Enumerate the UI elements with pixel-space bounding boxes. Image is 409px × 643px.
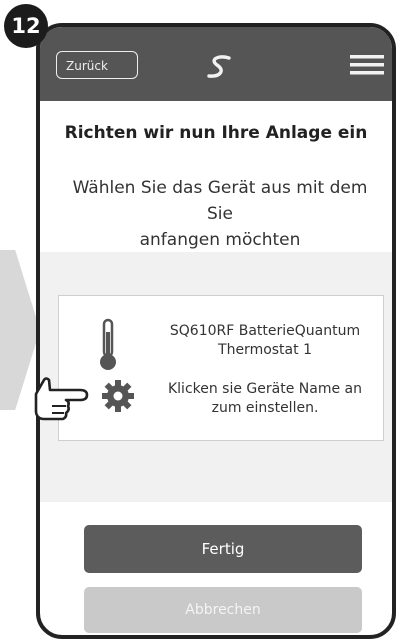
device-name-line-2: Thermostat 1 [218,342,312,358]
instruction-line-2: anfangen möchten [139,230,301,250]
device-card[interactable]: SQ610RF BatterieQuantum Thermostat 1 Kli… [58,295,384,441]
s-logo-icon [207,55,231,78]
app-header: Zurück [40,27,392,101]
pointing-hand-icon [34,377,89,421]
phone-frame: Zurück Richten wir nun Ihre Anlage ein W… [36,23,396,639]
device-hint-line-1: Klicken sie Geräte Name an [167,381,362,397]
device-name[interactable]: SQ610RF BatterieQuantum Thermostat 1 [145,322,385,360]
cancel-button[interactable]: Abbrechen [84,587,362,633]
hamburger-menu-icon[interactable] [350,55,384,75]
thermometer-icon [100,318,116,370]
device-name-line-1: SQ610RF BatterieQuantum [169,323,361,339]
back-button[interactable]: Zurück [56,51,138,79]
instruction-line-1: Wählen Sie das Gerät aus mit dem Sie [72,178,368,224]
instruction-text: Wählen Sie das Gerät aus mit dem Sie anf… [60,175,380,253]
page-title: Richten wir nun Ihre Anlage ein [64,123,368,143]
step-number-badge: 12 [4,4,48,48]
device-hint-line-2: zum einstellen. [211,400,319,416]
gear-icon [102,380,134,412]
device-hint: Klicken sie Geräte Name an zum einstelle… [145,380,385,418]
done-button[interactable]: Fertig [84,525,362,573]
